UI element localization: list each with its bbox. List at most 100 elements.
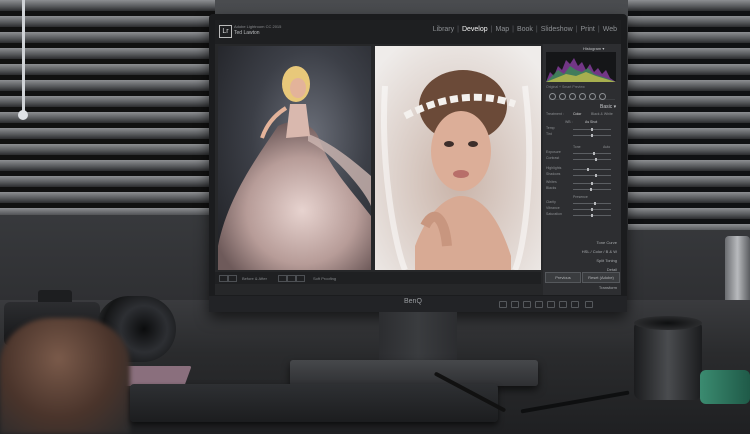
slider-knob[interactable] — [594, 158, 597, 161]
slider-knob[interactable] — [590, 188, 593, 191]
reset-button[interactable]: Reset (Adobe) — [582, 272, 620, 283]
window-blinds-left — [0, 0, 215, 215]
copy-before-settings-icon[interactable] — [287, 275, 296, 282]
slider-label-vibrance: Vibrance — [546, 206, 560, 210]
slider-whites[interactable] — [573, 182, 611, 185]
slider-knob[interactable] — [591, 208, 593, 211]
blind-slat — [0, 144, 215, 155]
slider-knob[interactable] — [591, 134, 593, 137]
slider-label-exposure: Exposure — [546, 150, 561, 154]
identity-plate-line1: Adobe Lightroom CC 2015 — [234, 24, 282, 29]
slider-exposure[interactable] — [573, 152, 611, 155]
film-canister — [700, 370, 750, 404]
module-slideshow[interactable]: Slideshow — [541, 26, 573, 33]
module-print[interactable]: Print — [580, 26, 594, 33]
blind-slat — [0, 16, 215, 27]
slider-knob[interactable] — [591, 182, 593, 185]
blind-slat — [0, 64, 215, 75]
view-mode-label[interactable]: Before & After — [242, 276, 267, 281]
blind-slat — [0, 192, 215, 203]
blind-slat — [628, 32, 750, 43]
basic-panel-header[interactable]: Basic ▾ — [600, 104, 616, 110]
slider-knob[interactable] — [595, 174, 598, 177]
module-web[interactable]: Web — [603, 26, 617, 33]
slider-knob[interactable] — [592, 152, 595, 155]
section-transform[interactable]: Transform — [599, 285, 617, 290]
slider-label-clarity: Clarity — [546, 200, 556, 204]
module-picker: Library | Develop | Map | Book | Slideshow | … — [432, 26, 617, 33]
slider-knob[interactable] — [591, 128, 593, 131]
blind-slat — [0, 80, 215, 91]
previous-button[interactable]: Previous — [545, 272, 581, 283]
lens-right — [634, 320, 702, 400]
treatment-bw[interactable]: Black & White — [591, 112, 613, 116]
section-hsl[interactable]: HSL / Color / B & W — [582, 249, 617, 254]
module-book[interactable]: Book — [517, 26, 533, 33]
compare-view-icon[interactable] — [228, 275, 237, 282]
spot-removal-icon[interactable] — [559, 93, 566, 100]
slider-blacks[interactable] — [573, 188, 611, 191]
slider-knob[interactable] — [591, 214, 593, 217]
swap-before-after-icon[interactable] — [278, 275, 287, 282]
section-tone-curve[interactable]: Tone Curve — [597, 240, 617, 245]
power-button[interactable] — [585, 301, 593, 308]
blind-slat — [0, 32, 215, 43]
module-library[interactable]: Library — [433, 26, 454, 33]
slider-highlights[interactable] — [573, 168, 611, 171]
identity-plate-line2: Ted Lawton — [234, 30, 260, 36]
blind-slat — [0, 208, 215, 215]
foreground-figure — [0, 318, 130, 434]
module-develop[interactable]: Develop — [462, 26, 488, 33]
histogram-icon — [546, 52, 616, 82]
monitor-button[interactable] — [571, 301, 579, 308]
monitor-button[interactable] — [511, 301, 519, 308]
section-split-toning[interactable]: Split Toning — [596, 258, 617, 263]
copy-after-settings-icon[interactable] — [296, 275, 305, 282]
slider-label-temp: Temp — [546, 126, 555, 130]
photo-info: Original + Smart Preview — [546, 85, 585, 89]
lens-background — [725, 236, 750, 306]
blind-slat — [0, 0, 215, 11]
blind-slat — [628, 224, 750, 230]
tone-auto-button[interactable]: Auto — [603, 145, 610, 149]
slider-vibrance[interactable] — [573, 208, 611, 211]
photo-after[interactable] — [375, 46, 541, 270]
drawing-tablet — [130, 384, 498, 422]
slider-temp[interactable] — [573, 128, 611, 131]
slider-tint[interactable] — [573, 134, 611, 137]
tool-strip — [549, 93, 615, 100]
red-eye-icon[interactable] — [569, 93, 576, 100]
monitor-button[interactable] — [523, 301, 531, 308]
treatment-color[interactable]: Color — [573, 112, 581, 116]
slider-clarity[interactable] — [573, 202, 611, 205]
monitor-screen: Lr Adobe Lightroom CC 2015 Ted Lawton Li… — [215, 20, 621, 295]
slider-label-whites: Whites — [546, 180, 557, 184]
develop-panel: Histogram ▾ Original + Smart Preview Bas… — [543, 44, 621, 295]
monitor-button[interactable] — [559, 301, 567, 308]
radial-filter-icon[interactable] — [589, 93, 596, 100]
presence-label: Presence — [573, 195, 588, 199]
slider-label-tint: Tint — [546, 132, 552, 136]
photo-before[interactable] — [218, 46, 371, 270]
monitor-button[interactable] — [499, 301, 507, 308]
blind-slat — [628, 112, 750, 123]
slider-contrast[interactable] — [573, 158, 611, 161]
histogram-header[interactable]: Histogram ▾ — [583, 46, 604, 51]
graduated-filter-icon[interactable] — [579, 93, 586, 100]
slider-shadows[interactable] — [573, 174, 611, 177]
slider-saturation[interactable] — [573, 214, 611, 217]
loupe-view-icon[interactable] — [219, 275, 228, 282]
lens-right-cap — [634, 316, 702, 330]
wb-select[interactable]: As Shot — [585, 120, 597, 124]
blind-slat — [628, 48, 750, 59]
monitor-button[interactable] — [535, 301, 543, 308]
slider-knob[interactable] — [587, 168, 590, 171]
slider-knob[interactable] — [593, 202, 596, 205]
module-map[interactable]: Map — [495, 26, 509, 33]
crop-tool-icon[interactable] — [549, 93, 556, 100]
soft-proofing-toggle[interactable]: Soft Proofing — [313, 276, 336, 281]
monitor-button[interactable] — [547, 301, 555, 308]
blind-slat — [628, 64, 750, 75]
window-blinds-right — [628, 0, 750, 230]
adjustment-brush-icon[interactable] — [599, 93, 606, 100]
